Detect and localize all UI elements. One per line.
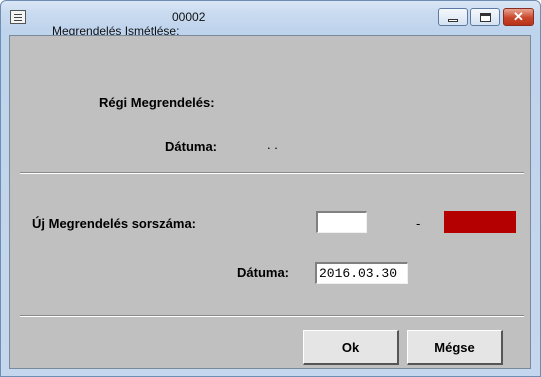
cancel-button[interactable]: Mégse xyxy=(407,330,503,365)
minimize-icon xyxy=(448,19,458,22)
dialog-window: Megrendelés Ismétlése: 00002 ✕ Régi Megr… xyxy=(0,0,541,377)
status-indicator xyxy=(444,211,516,233)
maximize-icon xyxy=(480,13,491,22)
separator-bottom xyxy=(20,315,524,317)
maximize-button[interactable] xyxy=(470,8,500,26)
new-order-label: Új Megrendelés sorszáma: xyxy=(32,216,197,231)
dash-separator: - xyxy=(416,216,421,231)
new-order-number-field[interactable] xyxy=(316,211,367,233)
new-order-date-field[interactable] xyxy=(315,262,408,284)
app-icon[interactable] xyxy=(10,10,26,24)
title-bar[interactable]: Megrendelés Ismétlése: 00002 ✕ xyxy=(1,1,540,38)
new-order-date-label: Dátuma: xyxy=(237,265,290,280)
close-icon: ✕ xyxy=(513,9,524,24)
old-order-date-label: Dátuma: xyxy=(165,139,218,154)
dialog-body: Régi Megrendelés: Dátuma: . . Új Megrend… xyxy=(9,35,531,369)
new-order-number-input[interactable] xyxy=(318,213,366,232)
old-order-date-value: . . xyxy=(267,137,278,152)
new-order-date-input[interactable] xyxy=(317,264,407,283)
ok-button[interactable]: Ok xyxy=(303,330,399,365)
order-id: 00002 xyxy=(172,10,206,24)
close-button[interactable]: ✕ xyxy=(503,8,534,26)
minimize-button[interactable] xyxy=(438,8,468,26)
separator-top xyxy=(20,172,524,174)
old-order-label: Régi Megrendelés: xyxy=(99,95,215,110)
